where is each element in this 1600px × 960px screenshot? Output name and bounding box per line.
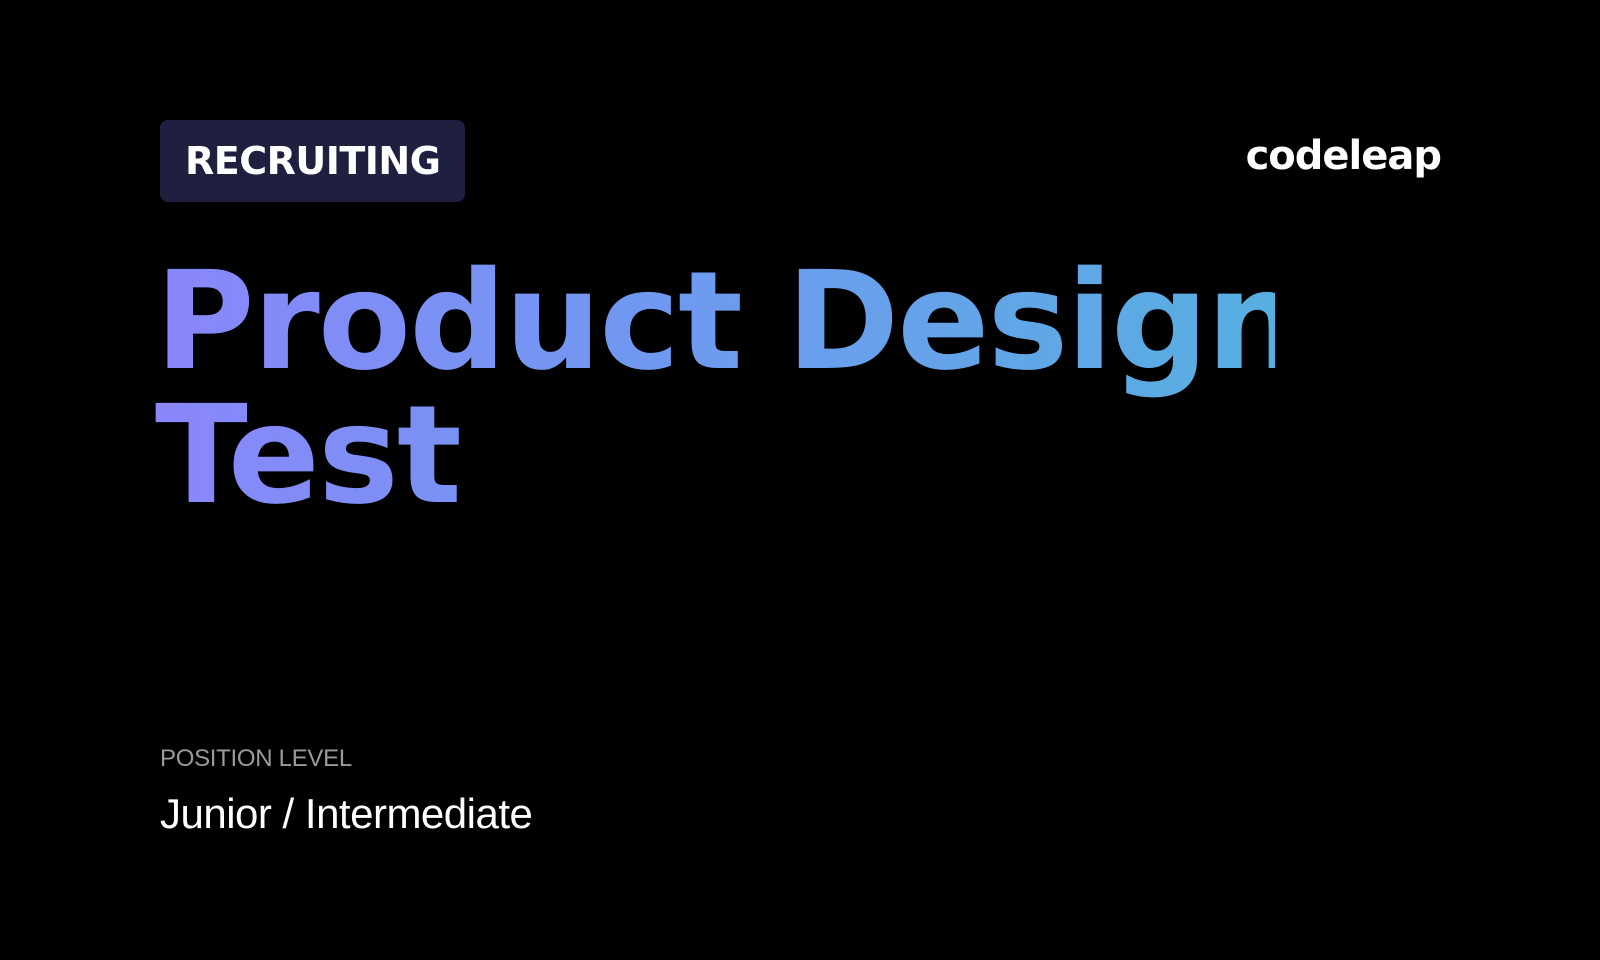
position-level-value: Junior / Intermediate [160, 790, 533, 837]
badge-label: RECRUITING [185, 139, 441, 183]
title-line-2: Test [155, 388, 1435, 524]
title-line-2-text: Test [155, 377, 462, 535]
page-title: Product Design Test [155, 254, 1435, 524]
recruiting-badge: RECRUITING [160, 120, 466, 202]
codeleap-logo: codeleap [1245, 133, 1442, 179]
cover-slide: RECRUITING codeleap Product Design Test … [0, 0, 1600, 960]
position-level-label: POSITION LEVEL [160, 745, 352, 772]
title-line-1: Product Design [155, 254, 1435, 390]
